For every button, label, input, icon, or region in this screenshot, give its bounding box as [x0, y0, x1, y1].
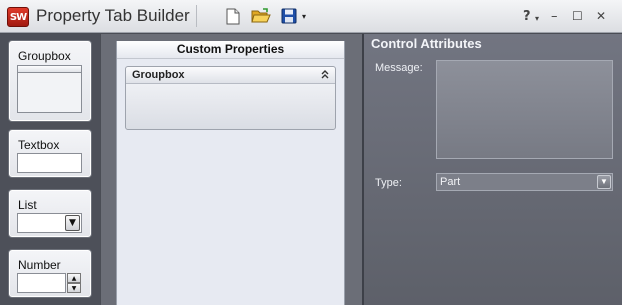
window-title: Property Tab Builder [36, 6, 190, 25]
collapse-chevron-up-icon[interactable] [318, 69, 331, 82]
type-select[interactable]: Part ▼ [436, 173, 613, 191]
save-disk-icon [281, 8, 297, 24]
help-button[interactable]: ? [523, 8, 531, 24]
toolbox-item-label: Number [18, 258, 61, 272]
groupbox-control[interactable]: Groupbox [125, 66, 336, 130]
groupbox-title: Groupbox [132, 69, 185, 81]
type-select-value: Part [440, 176, 461, 188]
app-logo-icon: SW [7, 7, 29, 27]
title-bar: SW Property Tab Builder ▾ ? ▾ – ☐ ✕ [0, 0, 622, 33]
spin-up-icon: ▲ [67, 273, 81, 283]
number-spinner: ▲ ▼ [67, 273, 81, 293]
close-button[interactable]: ✕ [596, 8, 606, 24]
double-chevron-up-icon [321, 70, 328, 79]
save-button[interactable] [278, 6, 300, 26]
custom-properties-title: Custom Properties [117, 41, 344, 59]
chevron-down-icon: ▼ [65, 215, 80, 231]
toolbox-item-textbox[interactable]: Textbox [8, 129, 92, 178]
custom-properties-area: Custom Properties Groupbox [101, 34, 362, 305]
toolbox-item-label: Textbox [18, 138, 60, 152]
message-label: Message: [375, 62, 423, 74]
textbox-preview [17, 153, 82, 173]
message-textarea[interactable] [436, 60, 613, 159]
toolbox-item-number[interactable]: Number ▲ ▼ [8, 249, 92, 298]
control-attributes-panel: Control Attributes Message: Type: Part ▼ [362, 34, 622, 305]
help-dropdown-caret[interactable]: ▾ [535, 10, 539, 26]
toolbox-item-list[interactable]: List ▼ [8, 189, 92, 238]
number-preview [17, 273, 66, 293]
save-dropdown-caret[interactable]: ▾ [302, 12, 306, 21]
toolbox-item-groupbox[interactable]: Groupbox [8, 40, 92, 122]
new-document-icon [226, 8, 240, 24]
open-folder-icon [251, 8, 271, 23]
groupbox-header[interactable]: Groupbox [126, 67, 335, 84]
type-label: Type: [375, 177, 402, 189]
spin-down-icon: ▼ [67, 283, 81, 293]
maximize-button[interactable]: ☐ [572, 8, 583, 24]
groupbox-preview [17, 65, 82, 113]
toolbox-item-label: List [18, 198, 37, 212]
control-attributes-title: Control Attributes [371, 36, 482, 51]
control-toolbox: Groupbox Textbox List ▼ Number ▲ ▼ [0, 34, 100, 305]
toolbox-item-label: Groupbox [18, 49, 71, 63]
chevron-down-icon[interactable]: ▼ [597, 175, 611, 189]
open-button[interactable] [250, 6, 272, 26]
custom-properties-panel[interactable]: Custom Properties Groupbox [116, 41, 345, 305]
list-preview: ▼ [17, 213, 82, 233]
toolbar-separator [196, 5, 197, 27]
minimize-button[interactable]: – [551, 8, 558, 24]
new-document-button[interactable] [222, 6, 244, 26]
